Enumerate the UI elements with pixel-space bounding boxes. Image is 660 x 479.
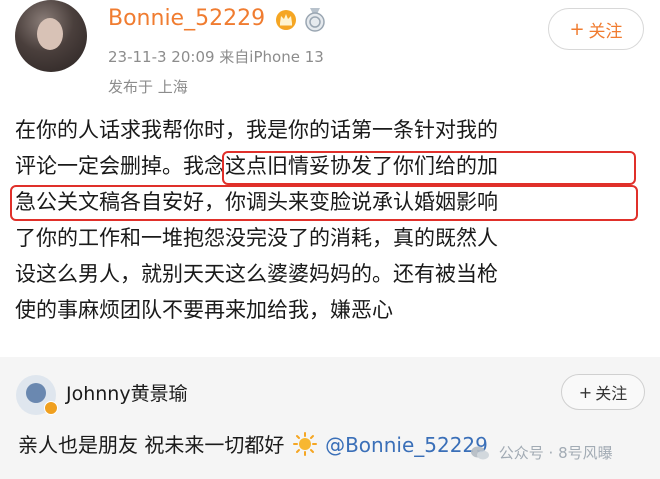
verified-badge-icon	[44, 401, 58, 415]
avatar[interactable]	[15, 0, 87, 72]
follow-button[interactable]: + 关注	[548, 8, 644, 50]
watermark: 公众号 · 8号风曝	[470, 442, 613, 463]
comment-username[interactable]: Johnny黄景瑜	[66, 379, 188, 406]
comment-body: 亲人也是朋友 祝未来一切都好	[18, 433, 285, 457]
highlight-box-2	[10, 185, 638, 221]
sun-icon	[292, 432, 317, 456]
comment-follow-label: 关注	[595, 384, 628, 403]
plus-icon: +	[569, 18, 585, 40]
post-line: 设这么男人，就别天天这么婆婆妈妈的。还有被当枪	[15, 262, 498, 286]
post-line: 了你的工作和一堆抱怨没完没了的消耗，真的既然人	[15, 226, 498, 250]
follow-button-label: 关注	[588, 21, 623, 42]
medal-icon	[305, 8, 325, 32]
highlight-box-1	[222, 151, 636, 185]
wechat-icon	[471, 446, 489, 460]
post-username[interactable]: Bonnie_52229	[108, 6, 265, 31]
watermark-text: 公众号 · 8号风曝	[498, 444, 613, 462]
plus-icon: +	[578, 382, 593, 402]
comment-follow-button[interactable]: + 关注	[561, 374, 645, 410]
crown-icon	[276, 10, 296, 30]
post-line: 使的事麻烦团队不要再来加给我，嫌恶心	[15, 298, 393, 322]
mention-link[interactable]: @Bonnie_52229	[325, 433, 488, 457]
post-line: 在你的人话求我帮你时，我是你的话第一条针对我的	[15, 118, 498, 142]
post-meta: 23-11-3 20:09 来自iPhone 13	[108, 48, 324, 66]
post-header: Bonnie_52229 23-11-3 20:09 来自iPhone 13 发…	[0, 0, 660, 104]
post-location: 发布于 上海	[108, 78, 188, 96]
comment-text: 亲人也是朋友 祝未来一切都好 @Bonnie_52229	[18, 429, 488, 458]
